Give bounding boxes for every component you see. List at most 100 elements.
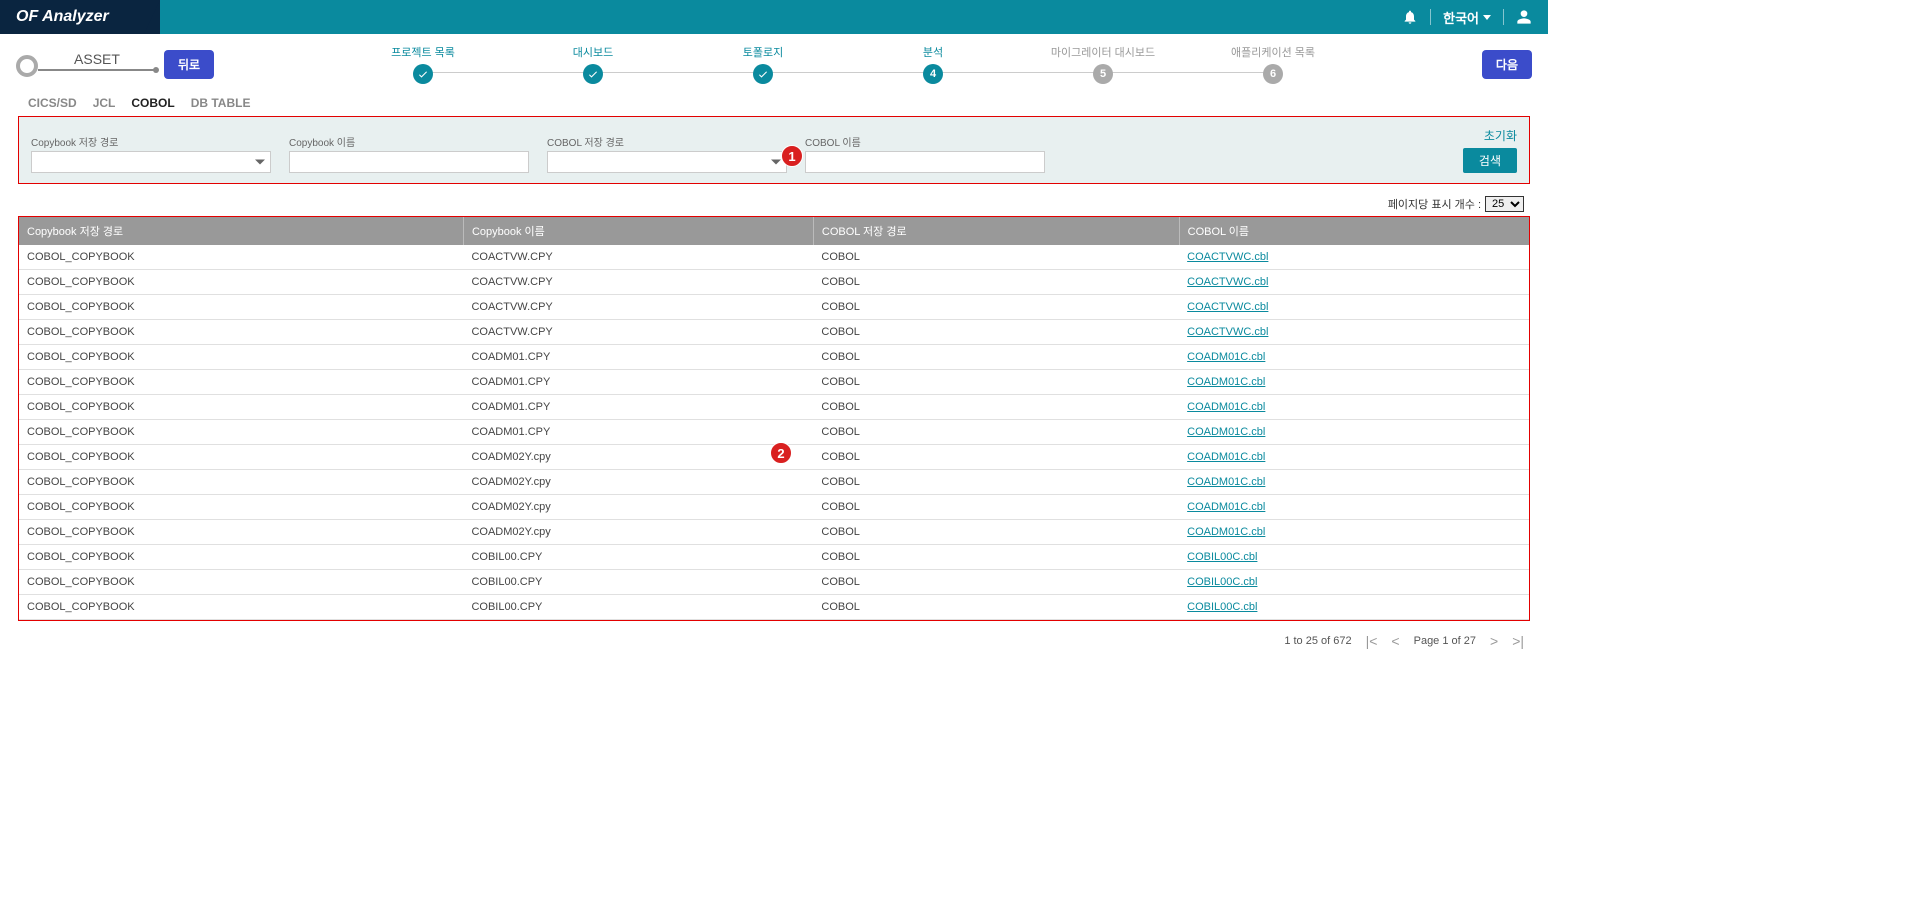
cobol-link[interactable]: COACTVWC.cbl: [1187, 301, 1268, 313]
pager-page: Page 1 of 27: [1414, 635, 1476, 647]
table-cell: COBOL: [813, 420, 1179, 445]
cobol-link[interactable]: COACTVWC.cbl: [1187, 326, 1268, 338]
column-header[interactable]: COBOL 저장 경로: [813, 217, 1179, 245]
check-icon: [757, 68, 769, 80]
tab-cobol[interactable]: COBOL: [131, 96, 174, 110]
sub-header: ASSET 뒤로 프로젝트 목록 대시보드토폴로지분석4마이그레이터 대시보드5애…: [0, 34, 1548, 90]
table-cell: COADM01C.cbl: [1179, 495, 1529, 520]
cobol-link[interactable]: COACTVWC.cbl: [1187, 276, 1268, 288]
cobol-link[interactable]: COBIL00C.cbl: [1187, 551, 1257, 563]
table-cell: COADM01C.cbl: [1179, 345, 1529, 370]
table-cell: COBOL_COPYBOOK: [19, 570, 463, 595]
cobol-link[interactable]: COADM01C.cbl: [1187, 401, 1265, 413]
table-cell: COBIL00.CPY: [463, 545, 813, 570]
notifications-button[interactable]: [1402, 9, 1418, 25]
table-cell: COBOL_COPYBOOK: [19, 270, 463, 295]
pager-prev[interactable]: <: [1391, 633, 1399, 649]
step-label: 프로젝트 목록: [391, 44, 455, 60]
pager-last[interactable]: >|: [1512, 633, 1524, 649]
cobol-link[interactable]: COADM01C.cbl: [1187, 476, 1265, 488]
filter-label: COBOL 저장 경로: [547, 134, 787, 149]
column-header[interactable]: COBOL 이름: [1179, 217, 1529, 245]
language-selector[interactable]: 한국어: [1443, 8, 1491, 27]
table-row: COBOL_COPYBOOKCOADM02Y.cpyCOBOLCOADM01C.…: [19, 520, 1529, 545]
divider: [1503, 9, 1504, 25]
step-4[interactable]: 마이그레이터 대시보드5: [1018, 44, 1188, 84]
table-row: COBOL_COPYBOOKCOACTVW.CPYCOBOLCOACTVWC.c…: [19, 320, 1529, 345]
cobol-link[interactable]: COBIL00C.cbl: [1187, 601, 1257, 613]
table-cell: COBOL: [813, 320, 1179, 345]
table-row: COBOL_COPYBOOKCOADM01.CPYCOBOLCOADM01C.c…: [19, 395, 1529, 420]
header-actions: 한국어: [1402, 8, 1532, 27]
table-row: COBOL_COPYBOOKCOACTVW.CPYCOBOLCOACTVWC.c…: [19, 295, 1529, 320]
filter-actions: 초기화 검색: [1463, 127, 1517, 173]
tab-cics-sd[interactable]: CICS/SD: [28, 96, 77, 110]
copybook-path-combo[interactable]: [31, 151, 271, 173]
search-button[interactable]: 검색: [1463, 148, 1517, 173]
cobol-link[interactable]: COBIL00C.cbl: [1187, 576, 1257, 588]
table-cell: COBIL00C.cbl: [1179, 570, 1529, 595]
table-cell: COBOL_COPYBOOK: [19, 245, 463, 270]
tab-jcl[interactable]: JCL: [93, 96, 116, 110]
pager-first[interactable]: |<: [1366, 633, 1378, 649]
column-header[interactable]: Copybook 이름: [463, 217, 813, 245]
check-icon: [417, 68, 429, 80]
table-cell: COBOL_COPYBOOK: [19, 470, 463, 495]
results-table-wrap: Copybook 저장 경로Copybook 이름COBOL 저장 경로COBO…: [18, 216, 1530, 621]
table-cell: COADM02Y.cpy: [463, 495, 813, 520]
cobol-path-combo[interactable]: [547, 151, 787, 173]
asset-dot: [153, 67, 159, 73]
logo-wrap: OF Analyzer: [0, 0, 160, 34]
copybook-name-input[interactable]: [289, 151, 529, 173]
step-circle: 6: [1263, 64, 1283, 84]
cobol-link[interactable]: COADM01C.cbl: [1187, 451, 1265, 463]
cobol-link[interactable]: COADM01C.cbl: [1187, 376, 1265, 388]
column-header[interactable]: Copybook 저장 경로: [19, 217, 463, 245]
step-circle: 5: [1093, 64, 1113, 84]
step-5[interactable]: 애플리케이션 목록6: [1188, 44, 1358, 84]
cobol-link[interactable]: COADM01C.cbl: [1187, 526, 1265, 538]
table-cell: COADM01.CPY: [463, 420, 813, 445]
table-cell: COBOL: [813, 245, 1179, 270]
step-1[interactable]: 대시보드: [508, 44, 678, 84]
table-cell: COBOL: [813, 570, 1179, 595]
user-menu-button[interactable]: [1516, 9, 1532, 25]
asset-ring-icon: [16, 55, 38, 77]
results-table: Copybook 저장 경로Copybook 이름COBOL 저장 경로COBO…: [19, 217, 1529, 620]
cobol-link[interactable]: COADM01C.cbl: [1187, 351, 1265, 363]
table-cell: COADM01C.cbl: [1179, 445, 1529, 470]
asset-line: [38, 69, 156, 71]
page-size-select[interactable]: 25: [1485, 196, 1524, 212]
cobol-name-input[interactable]: [805, 151, 1045, 173]
asset-indicator: ASSET: [16, 51, 156, 77]
table-cell: COADM01.CPY: [463, 395, 813, 420]
table-cell: COACTVWC.cbl: [1179, 245, 1529, 270]
cobol-link[interactable]: COACTVWC.cbl: [1187, 251, 1268, 263]
user-icon: [1516, 9, 1532, 25]
asset-line-wrap: ASSET: [38, 51, 156, 71]
filter-panel: Copybook 저장 경로 Copybook 이름 COBOL 저장 경로 C…: [18, 116, 1530, 184]
table-cell: COBOL: [813, 595, 1179, 620]
cobol-link[interactable]: COADM01C.cbl: [1187, 426, 1265, 438]
cobol-link[interactable]: COADM01C.cbl: [1187, 501, 1265, 513]
table-cell: COADM01.CPY: [463, 345, 813, 370]
filter-cobol-path: COBOL 저장 경로: [547, 134, 787, 173]
table-cell: COADM02Y.cpy: [463, 470, 813, 495]
table-cell: COACTVWC.cbl: [1179, 270, 1529, 295]
step-2[interactable]: 토폴로지: [678, 44, 848, 84]
next-button[interactable]: 다음: [1482, 50, 1532, 79]
step-3[interactable]: 분석4: [848, 44, 1018, 84]
pager-next[interactable]: >: [1490, 633, 1498, 649]
back-button[interactable]: 뒤로: [164, 50, 214, 79]
table-cell: COBOL: [813, 470, 1179, 495]
table-row: COBOL_COPYBOOKCOADM01.CPYCOBOLCOADM01C.c…: [19, 420, 1529, 445]
tab-db-table[interactable]: DB TABLE: [191, 96, 251, 110]
step-0[interactable]: 프로젝트 목록: [338, 44, 508, 84]
table-cell: COBOL: [813, 270, 1179, 295]
table-cell: COBIL00.CPY: [463, 570, 813, 595]
caret-down-icon: [1483, 15, 1491, 20]
table-cell: COADM01C.cbl: [1179, 520, 1529, 545]
table-cell: COADM01C.cbl: [1179, 370, 1529, 395]
reset-link[interactable]: 초기화: [1484, 127, 1517, 144]
language-label: 한국어: [1443, 8, 1479, 27]
